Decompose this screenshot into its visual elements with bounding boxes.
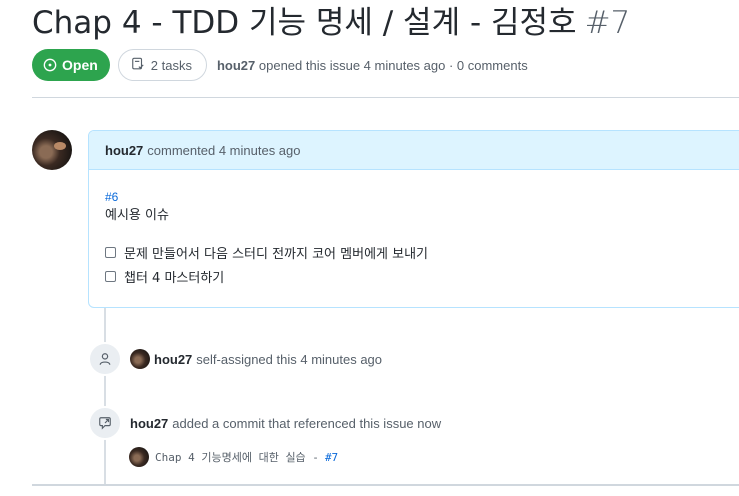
header-divider	[32, 97, 739, 98]
task-label: 문제 만들어서 다음 스터디 전까지 코어 멤버에게 보내기	[124, 246, 429, 262]
task-checkbox[interactable]	[105, 270, 116, 282]
commit-row: Chap 4 기능명세에 대한 실습 - #7	[129, 447, 338, 467]
referenced-event: hou27 added a commit that referenced thi…	[88, 406, 442, 440]
person-icon	[88, 342, 122, 376]
avatar[interactable]	[129, 447, 149, 467]
comment-text: 예시용 이슈	[105, 208, 169, 223]
task-label: 챕터 4 마스터하기	[124, 270, 225, 286]
state-label: Open	[62, 57, 98, 73]
issue-number: #7	[584, 5, 631, 41]
issue-title-text: Chap 4 - TDD 기능 명세 / 설계 - 김정호	[32, 5, 577, 41]
comment-body: #6 예시용 이슈 문제 만들어서 다음 스터디 전까지 코어 멤버에게 보내기…	[89, 170, 739, 288]
event-author-link[interactable]: hou27	[154, 352, 192, 367]
issue-meta-text: hou27 opened this issue 4 minutes ago · …	[217, 58, 528, 73]
issue-page: Chap 4 - TDD 기능 명세 / 설계 - 김정호 #7 Open 2 t…	[0, 0, 739, 496]
task-list: 문제 만들어서 다음 스터디 전까지 코어 멤버에게 보내기 챕터 4 마스터하…	[105, 240, 731, 288]
assigned-event: hou27 self-assigned this 4 minutes ago	[88, 342, 383, 376]
comment-author-link[interactable]: hou27	[105, 143, 143, 158]
commit-issue-link[interactable]: #7	[325, 451, 338, 464]
event-text: self-assigned this 4 minutes ago	[196, 351, 383, 367]
issue-title: Chap 4 - TDD 기능 명세 / 설계 - 김정호 #7	[32, 4, 630, 42]
comment-box: hou27 commented 4 minutes ago #6 예시용 이슈 …	[88, 130, 739, 308]
task-checkbox[interactable]	[105, 246, 116, 258]
event-author-link[interactable]: hou27	[130, 416, 168, 431]
comment-action: commented 4 minutes ago	[147, 142, 301, 158]
tasks-badge[interactable]: 2 tasks	[117, 49, 207, 81]
task-item: 문제 만들어서 다음 스터디 전까지 코어 멤버에게 보내기	[105, 240, 731, 264]
timeline-line	[104, 308, 106, 484]
cross-reference-icon	[88, 406, 122, 440]
task-item: 챕터 4 마스터하기	[105, 264, 731, 288]
issue-opened-icon	[43, 58, 57, 72]
avatar[interactable]	[130, 349, 150, 369]
bottom-divider	[32, 484, 739, 486]
avatar-highlight	[54, 142, 66, 150]
checklist-icon	[131, 57, 145, 74]
issue-author-link[interactable]: hou27	[217, 58, 255, 73]
event-text: added a commit that referenced this issu…	[172, 415, 442, 431]
commit-message-link[interactable]: Chap 4 기능명세에 대한 실습 -	[155, 449, 319, 465]
avatar[interactable]	[32, 130, 72, 170]
issue-reference-link[interactable]: #6	[105, 188, 731, 206]
tasks-label: 2 tasks	[150, 57, 192, 73]
state-badge: Open	[32, 49, 110, 81]
comment-header: hou27 commented 4 minutes ago	[89, 131, 739, 170]
issue-meta-detail: opened this issue 4 minutes ago · 0 comm…	[258, 57, 528, 73]
issue-meta-row: Open 2 tasks hou27 opened this issue 4 m…	[32, 49, 528, 81]
